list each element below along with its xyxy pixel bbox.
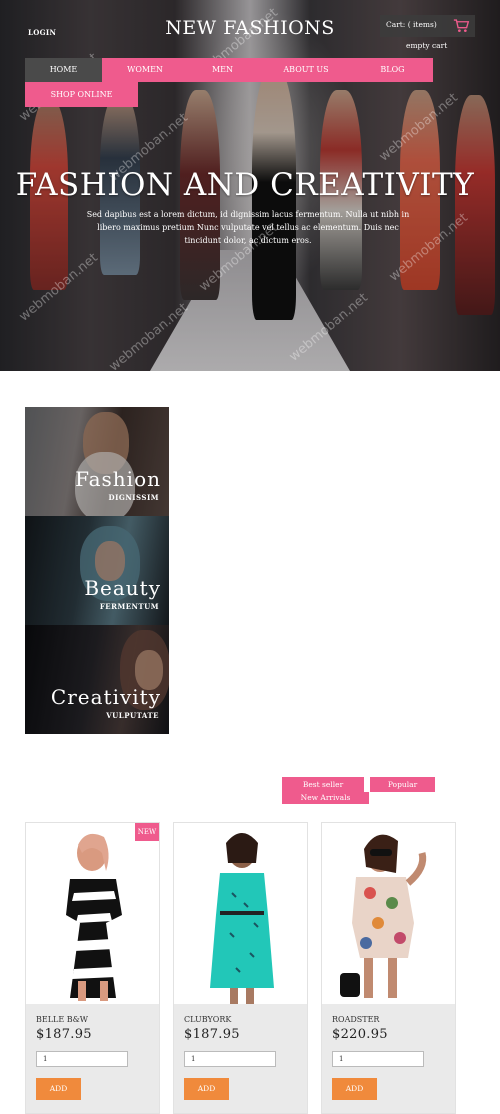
category-title: Fashion [75, 467, 161, 491]
nav-item-about[interactable]: ABOUT US [280, 58, 332, 82]
quantity-input[interactable]: 1 [184, 1051, 276, 1067]
product-card: NEW BELLE B&W $187.95 1 ADD [25, 822, 160, 1114]
product-price: $187.95 [184, 1027, 240, 1042]
nav-item-women[interactable]: WOMEN [125, 58, 165, 82]
nav-item-shop-online[interactable]: SHOP ONLINE [25, 82, 138, 107]
product-info: CLUBYORK $187.95 1 ADD [174, 1004, 307, 1113]
product-info: ROADSTER $220.95 1 ADD [322, 1004, 455, 1113]
tab-popular[interactable]: Popular [370, 777, 435, 792]
product-image[interactable] [322, 823, 455, 1004]
hero-title: FASHION AND CREATIVITY [15, 167, 475, 203]
nav-item-men[interactable]: MEN [210, 58, 235, 82]
product-card: CLUBYORK $187.95 1 ADD [173, 822, 308, 1114]
main-nav-row-2: SHOP ONLINE [25, 82, 138, 107]
product-image[interactable] [174, 823, 307, 1004]
add-to-cart-button[interactable]: ADD [184, 1078, 229, 1100]
add-to-cart-button[interactable]: ADD [332, 1078, 377, 1100]
category-title: Creativity [50, 685, 161, 709]
product-card: ROADSTER $220.95 1 ADD [321, 822, 456, 1114]
main-nav: HOME WOMEN MEN ABOUT US BLOG [25, 58, 433, 82]
category-subtitle: FERMENTUM [99, 602, 159, 611]
cart-icon [453, 19, 470, 33]
product-photo [210, 833, 274, 1004]
nav-item-blog[interactable]: BLOG [380, 58, 405, 82]
category-tile-beauty[interactable]: Beauty FERMENTUM [25, 516, 169, 625]
category-title: Beauty [84, 576, 161, 600]
product-info: BELLE B&W $187.95 1 ADD [26, 1004, 159, 1113]
category-subtitle: VULPUTATE [106, 711, 159, 720]
product-photo [340, 834, 427, 998]
cart-label: Cart: ( items) [386, 20, 437, 29]
tab-new-arrivals[interactable]: New Arrivals [282, 792, 369, 804]
category-subtitle: DIGNISSIM [108, 493, 159, 502]
product-photo [66, 833, 122, 1001]
hero-description: Sed dapibus est a lorem dictum, id digni… [86, 210, 410, 245]
cart-status: empty cart [406, 41, 448, 50]
nav-item-home[interactable]: HOME [25, 58, 102, 82]
product-price: $187.95 [36, 1027, 92, 1042]
add-to-cart-button[interactable]: ADD [36, 1078, 81, 1100]
category-tile-fashion[interactable]: Fashion DIGNISSIM [25, 407, 169, 516]
product-image[interactable]: NEW [26, 823, 159, 1004]
product-price: $220.95 [332, 1027, 388, 1042]
category-tile-creativity[interactable]: Creativity VULPUTATE [25, 625, 169, 734]
product-name[interactable]: ROADSTER [332, 1015, 379, 1024]
product-name[interactable]: CLUBYORK [184, 1015, 231, 1024]
product-name[interactable]: BELLE B&W [36, 1015, 88, 1024]
cart-button[interactable]: Cart: ( items) [380, 15, 475, 37]
quantity-input[interactable]: 1 [36, 1051, 128, 1067]
quantity-input[interactable]: 1 [332, 1051, 424, 1067]
new-badge: NEW [135, 823, 159, 841]
tab-best-seller[interactable]: Best seller [282, 777, 364, 792]
